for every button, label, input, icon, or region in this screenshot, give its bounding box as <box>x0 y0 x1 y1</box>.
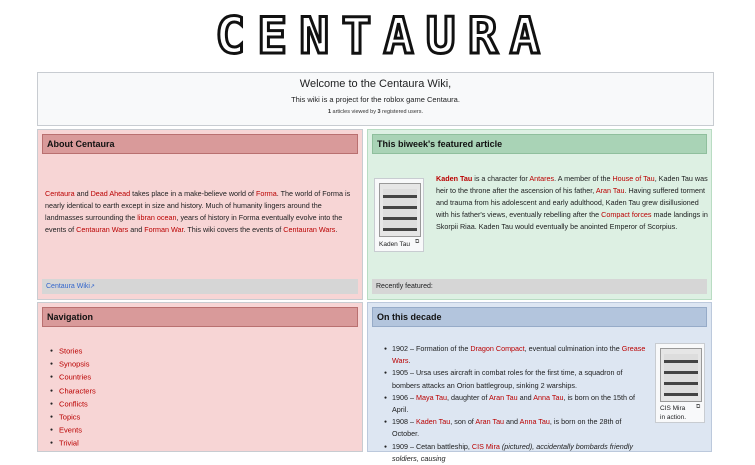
decade-events: 1902 – Formation of the Dragon Compact, … <box>384 343 650 465</box>
thumb-caption-2: in action. <box>660 414 687 421</box>
text: and <box>128 225 145 234</box>
navigation-panel: Navigation Stories Synopsis Countries Ch… <box>37 302 363 452</box>
event-item: 1906 – Maya Tau, daughter of Aran Tau an… <box>384 392 650 416</box>
featured-thumbnail[interactable]: Kaden Tau ⧉ <box>374 178 424 252</box>
link-libran-ocean[interactable]: libran ocean <box>137 213 176 222</box>
decade-image[interactable] <box>660 348 702 402</box>
event-item: 1909 – Cetan battleship, CIS Mira (pictu… <box>384 441 650 465</box>
nav-item-trivial[interactable]: Trivial <box>50 437 96 450</box>
about-text: Centaura and Dead Ahead takes place in a… <box>45 188 357 236</box>
stats-text: articles viewed by <box>331 109 378 115</box>
decade-panel: On this decade CIS Mira ⧉ in action. 190… <box>367 302 712 463</box>
text: , son of <box>450 417 476 427</box>
event-item: 1905 – Ursa uses aircraft in combat role… <box>384 367 650 391</box>
thumb-caption: Kaden Tau <box>379 241 410 248</box>
link-cis-mira[interactable]: CIS Mira <box>472 442 500 451</box>
about-heading: About Centaura <box>42 134 358 154</box>
text: . <box>335 225 338 234</box>
link-house-of-tau[interactable]: House of Tau <box>612 174 654 183</box>
text: . This wiki covers the events of <box>183 225 284 234</box>
text: 1905 – Ursa uses aircraft in combat role… <box>392 368 623 390</box>
event-item: 1902 – Formation of the Dragon Compact, … <box>384 343 650 367</box>
text: and <box>517 392 534 402</box>
site-logo[interactable]: CENTAURA <box>0 6 755 67</box>
nav-item-synopsis[interactable]: Synopsis <box>50 358 96 371</box>
nav-item-conflicts[interactable]: Conflicts <box>50 398 96 411</box>
featured-image[interactable] <box>379 183 421 237</box>
about-panel: About Centaura Centaura and Dead Ahead t… <box>37 129 363 300</box>
about-footer: Centaura Wiki↗ <box>42 279 358 294</box>
link-text: Centaura Wiki <box>46 283 90 290</box>
link-kaden-tau[interactable]: Kaden Tau <box>416 417 450 426</box>
text: 1908 – <box>392 417 416 427</box>
featured-text: Kaden Tau is a character for Antares. A … <box>436 173 708 233</box>
link-dead-ahead[interactable]: Dead Ahead <box>91 189 131 198</box>
enlarge-icon[interactable]: ⧉ <box>696 404 700 411</box>
text: 1909 – Cetan battleship, <box>392 441 472 451</box>
link-anna-tau[interactable]: Anna Tau <box>520 417 550 426</box>
text: and <box>504 417 520 427</box>
navigation-heading: Navigation <box>42 307 358 327</box>
event-item: 1908 – Kaden Tau, son of Aran Tau and An… <box>384 416 650 440</box>
nav-item-events[interactable]: Events <box>50 424 96 437</box>
link-compact-forces[interactable]: Compact forces <box>601 210 651 219</box>
link-aran-tau[interactable]: Aran Tau <box>596 186 625 195</box>
external-link-icon: ↗ <box>89 284 95 290</box>
enlarge-icon[interactable]: ⧉ <box>415 239 419 246</box>
link-centauran-wars[interactable]: Centauran Wars <box>76 225 128 234</box>
welcome-title: Welcome to the Centaura Wiki, <box>299 78 452 90</box>
stats-text-end: registered users. <box>380 109 424 115</box>
link-antares[interactable]: Antares <box>529 174 554 183</box>
text: and <box>74 189 91 198</box>
decade-heading: On this decade <box>372 307 707 327</box>
featured-panel: This biweek's featured article Kaden Tau… <box>367 129 712 300</box>
link-maya-tau[interactable]: Maya Tau <box>416 393 447 402</box>
text: takes place in a make-believe world of <box>130 189 257 198</box>
nav-item-stories[interactable]: Stories <box>50 345 96 358</box>
link-centauran-wars-2[interactable]: Centauran Wars <box>283 225 335 234</box>
link-anna-tau[interactable]: Anna Tau <box>533 393 563 402</box>
text: 1906 – <box>392 392 416 402</box>
welcome-subtitle: This wiki is a project for the roblox ga… <box>291 95 460 104</box>
link-forma[interactable]: Forma <box>256 189 277 198</box>
text: . A member of the <box>554 174 613 183</box>
navigation-list: Stories Synopsis Countries Characters Co… <box>50 345 96 451</box>
recently-featured-bar: Recently featured: <box>372 279 707 294</box>
nav-item-countries[interactable]: Countries <box>50 371 96 384</box>
link-dragon-compact[interactable]: Dragon Compact <box>470 344 524 353</box>
welcome-banner: Welcome to the Centaura Wiki, This wiki … <box>37 72 714 126</box>
text: , eventual culmination into the <box>524 344 622 353</box>
link-aran-tau[interactable]: Aran Tau <box>475 417 504 426</box>
link-kaden-tau[interactable]: Kaden Tau <box>436 174 472 183</box>
centaura-wiki-link[interactable]: Centaura Wiki↗ <box>46 283 95 290</box>
welcome-stats: 1 articles viewed by 3 registered users. <box>38 109 713 115</box>
decade-thumbnail[interactable]: CIS Mira ⧉ in action. <box>655 343 705 423</box>
thumb-caption-1: CIS Mira <box>660 405 686 412</box>
featured-heading: This biweek's featured article <box>372 134 707 154</box>
link-forman-war[interactable]: Forman War <box>144 225 183 234</box>
nav-item-characters[interactable]: Characters <box>50 385 96 398</box>
link-aran-tau[interactable]: Aran Tau <box>489 393 518 402</box>
text: is a character for <box>472 174 530 183</box>
text: , daughter of <box>447 392 489 402</box>
link-centaura[interactable]: Centaura <box>45 189 75 198</box>
text: 1902 – Formation of the <box>392 344 471 353</box>
nav-item-topics[interactable]: Topics <box>50 411 96 424</box>
text: . <box>408 356 411 366</box>
